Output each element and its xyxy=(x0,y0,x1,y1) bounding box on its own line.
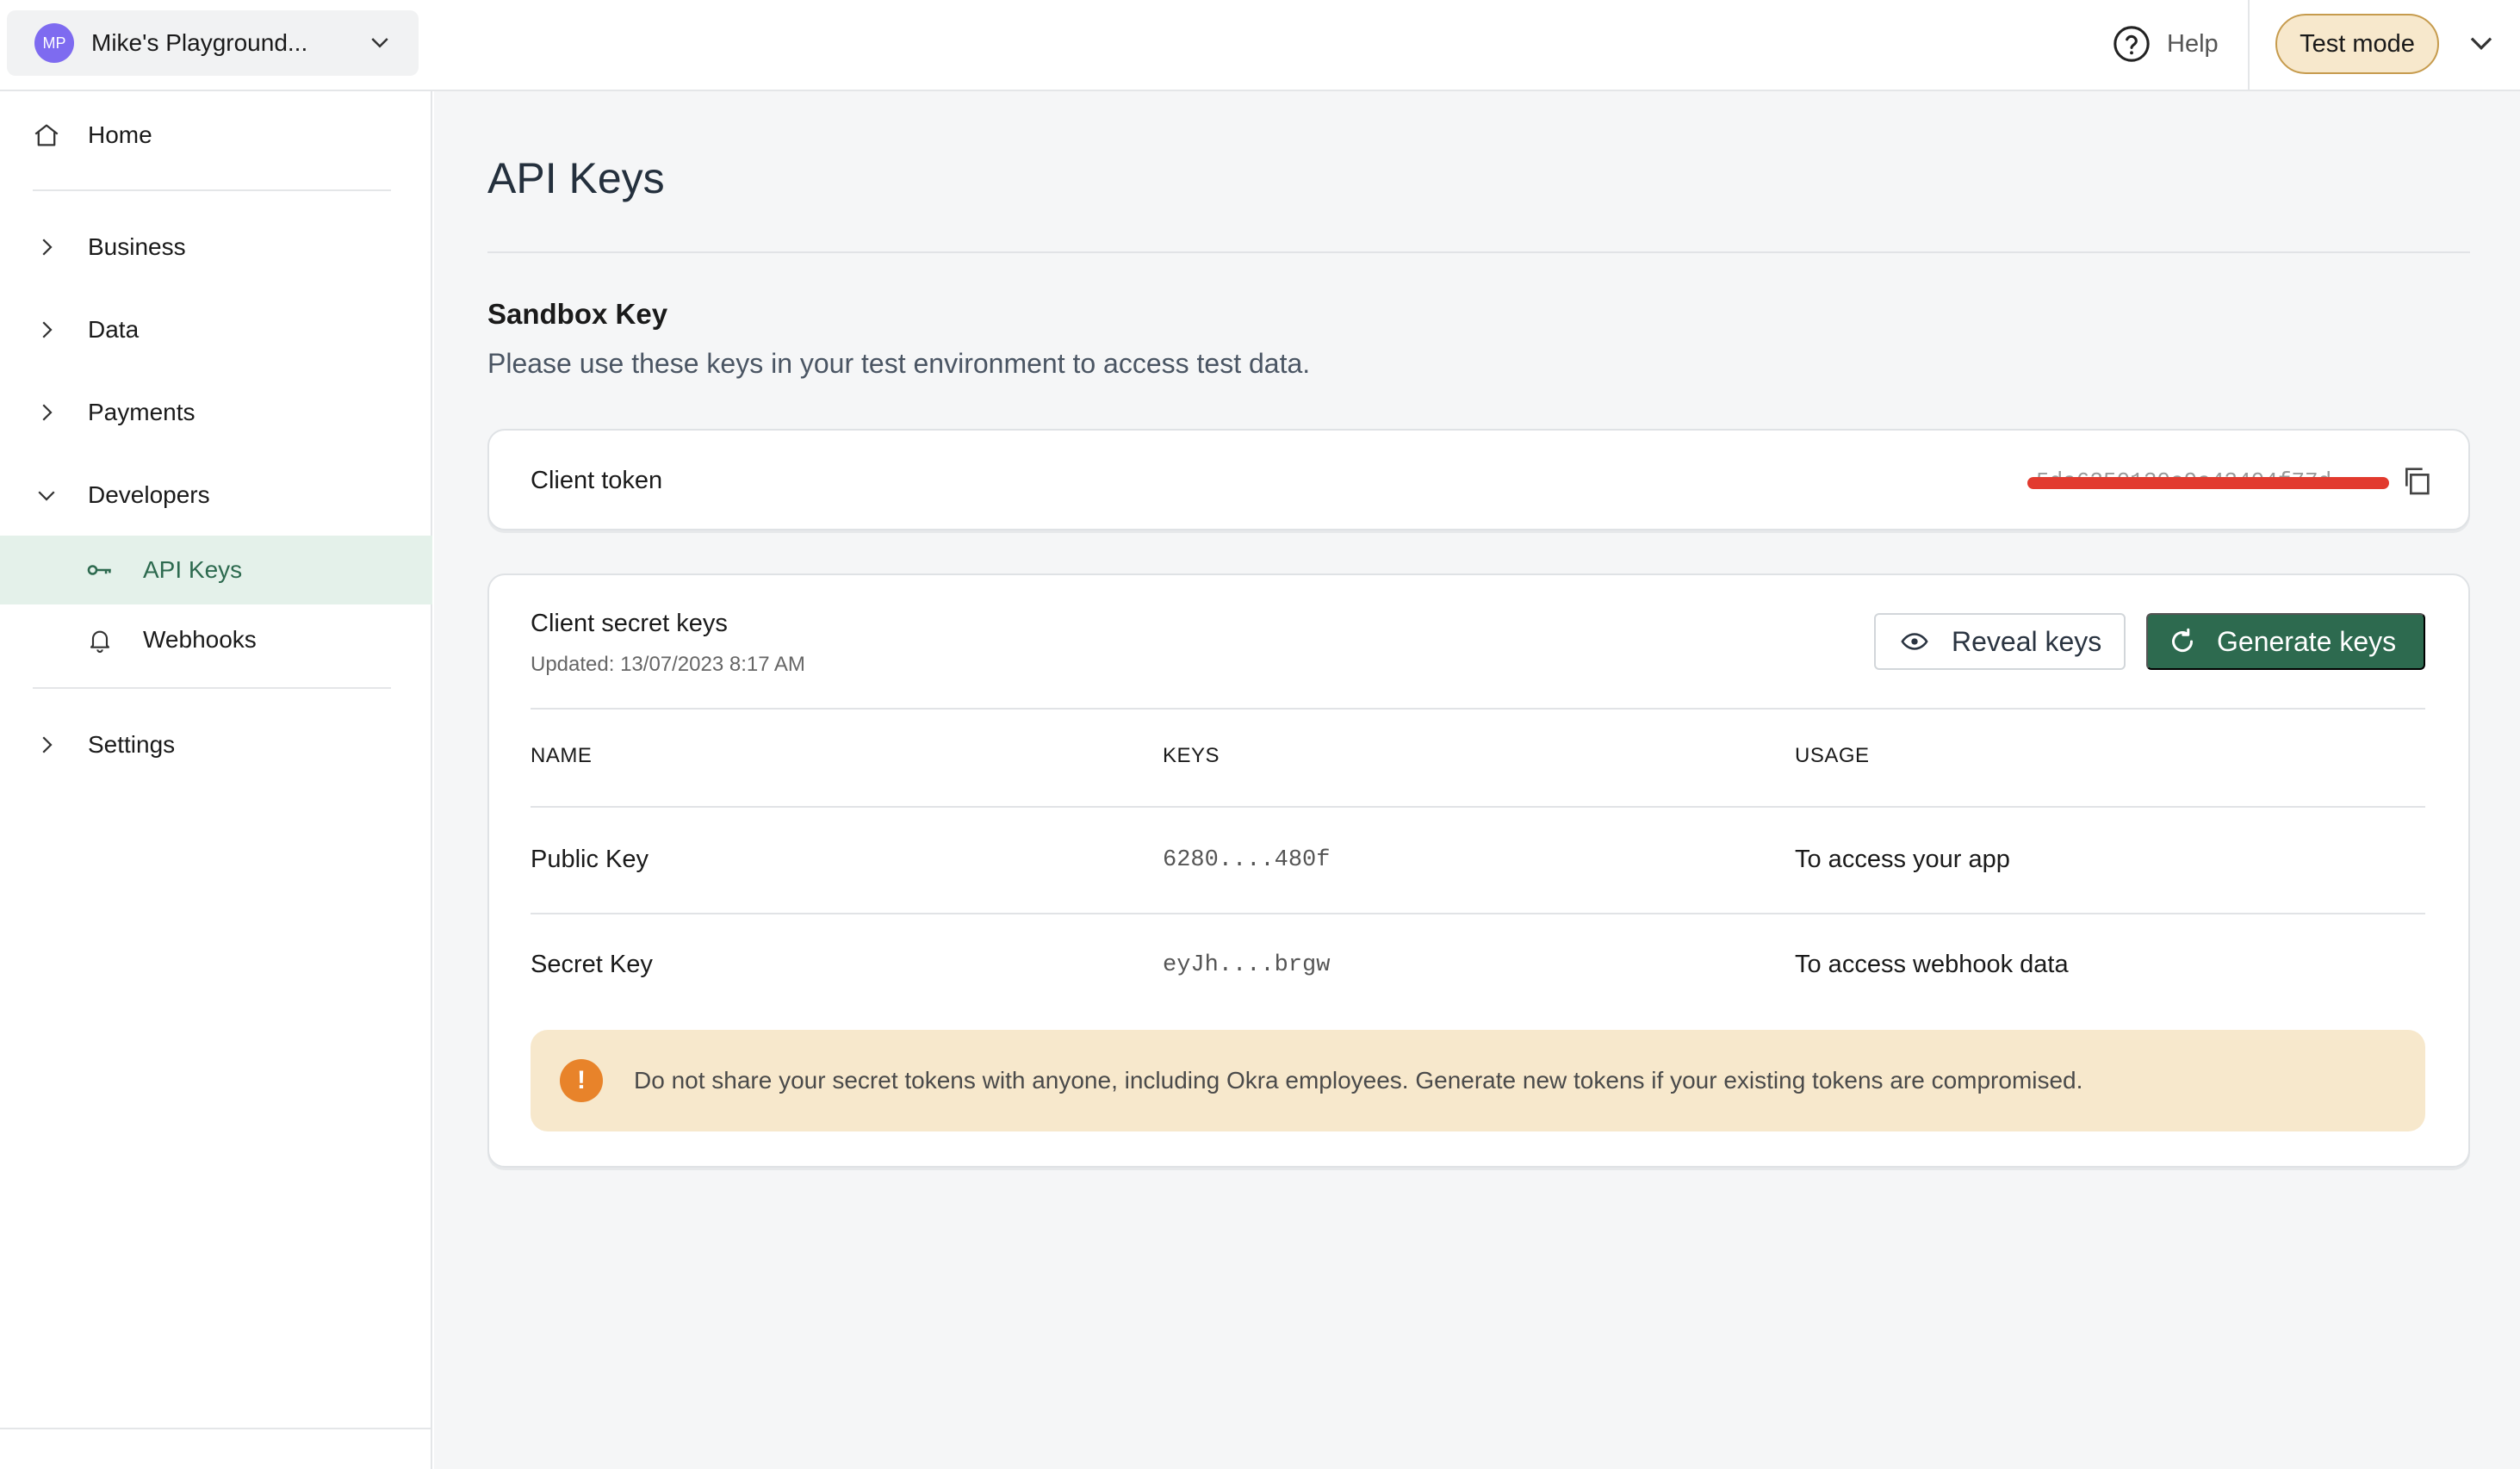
page-title: API Keys xyxy=(487,154,665,202)
column-header-keys: KEYS xyxy=(1163,744,1220,767)
sidebar-item-label: Payments xyxy=(88,399,196,425)
question-circle-icon xyxy=(2112,24,2151,64)
reveal-keys-button[interactable]: Reveal keys xyxy=(1874,613,2126,670)
table-divider xyxy=(531,913,2425,914)
avatar: MP xyxy=(34,23,74,63)
help-label: Help xyxy=(2167,29,2219,58)
table-divider xyxy=(531,708,2425,710)
key-name: Secret Key xyxy=(531,951,653,978)
sidebar-item-payments[interactable]: Payments xyxy=(0,382,432,443)
refresh-icon xyxy=(2167,626,2198,657)
secret-keys-updated: Updated: 13/07/2023 8:17 AM xyxy=(531,653,805,676)
chevron-right-icon xyxy=(31,729,62,760)
chevron-right-icon xyxy=(31,314,62,345)
sidebar-item-label: Settings xyxy=(88,731,176,758)
workspace-switcher[interactable]: MP Mike's Playground... xyxy=(7,10,419,76)
sidebar-item-label: Developers xyxy=(88,481,210,508)
sidebar-divider xyxy=(33,687,391,689)
chevron-right-icon xyxy=(31,397,62,428)
exclamation-icon: ! xyxy=(560,1059,603,1102)
sidebar-item-label: Data xyxy=(88,316,140,343)
sidebar-divider xyxy=(33,189,391,191)
workspace-name: Mike's Playground... xyxy=(91,29,308,56)
copy-icon[interactable] xyxy=(2399,463,2434,498)
key-icon xyxy=(84,555,115,586)
top-bar: MP Mike's Playground... Help Test mode xyxy=(0,0,2520,91)
redaction-mark xyxy=(2027,477,2389,489)
warning-text: Do not share your secret tokens with any… xyxy=(634,1067,2083,1094)
sidebar-item-api-keys[interactable]: API Keys xyxy=(0,536,432,604)
test-mode-button[interactable]: Test mode xyxy=(2275,14,2439,74)
help-link[interactable]: Help xyxy=(2112,22,2219,65)
sidebar-item-label: Webhooks xyxy=(143,626,257,653)
sidebar-item-label: Business xyxy=(88,233,186,260)
warning-banner: ! Do not share your secret tokens with a… xyxy=(531,1030,2425,1131)
client-token-label: Client token xyxy=(531,467,663,494)
topbar-divider xyxy=(2248,0,2250,91)
key-name: Public Key xyxy=(531,846,649,873)
client-secret-keys-card: Client secret keys Updated: 13/07/2023 8… xyxy=(487,573,2470,1168)
column-header-name: NAME xyxy=(531,744,593,767)
sidebar-item-webhooks[interactable]: Webhooks xyxy=(0,610,432,670)
sidebar-item-settings[interactable]: Settings xyxy=(0,715,432,775)
main-content: API Keys Sandbox Key Please use these ke… xyxy=(434,91,2520,1469)
sidebar: Home Business Data Payments Developers A… xyxy=(0,91,432,1469)
key-value: eyJh....brgw xyxy=(1163,952,1331,978)
sidebar-item-data[interactable]: Data xyxy=(0,300,432,360)
chevron-down-icon xyxy=(365,28,394,58)
section-description: Please use these keys in your test envir… xyxy=(487,348,1311,379)
table-divider xyxy=(531,806,2425,808)
key-usage: To access webhook data xyxy=(1795,951,2069,978)
secret-keys-title: Client secret keys xyxy=(531,610,728,637)
generate-keys-button[interactable]: Generate keys xyxy=(2146,613,2425,670)
reveal-keys-label: Reveal keys xyxy=(1952,625,2102,657)
sidebar-item-developers[interactable]: Developers xyxy=(0,465,432,525)
sidebar-item-label: API Keys xyxy=(143,556,243,583)
chevron-right-icon xyxy=(31,232,62,263)
sidebar-item-home[interactable]: Home xyxy=(0,105,432,165)
home-icon xyxy=(31,120,62,151)
bell-icon xyxy=(84,624,115,655)
eye-icon xyxy=(1900,627,1929,656)
sidebar-footer-divider xyxy=(0,1428,432,1429)
title-divider xyxy=(487,251,2470,253)
sidebar-item-business[interactable]: Business xyxy=(0,217,432,277)
key-value: 6280....480f xyxy=(1163,847,1331,873)
column-header-usage: USAGE xyxy=(1795,744,1870,767)
sidebar-item-label: Home xyxy=(88,121,152,148)
chevron-down-icon[interactable] xyxy=(2465,28,2498,60)
chevron-down-icon xyxy=(31,480,62,511)
generate-keys-label: Generate keys xyxy=(2217,625,2397,657)
client-token-card: Client token 5da6350130c9e43404f77d xyxy=(487,429,2470,530)
key-usage: To access your app xyxy=(1795,846,2010,873)
section-title: Sandbox Key xyxy=(487,298,668,330)
